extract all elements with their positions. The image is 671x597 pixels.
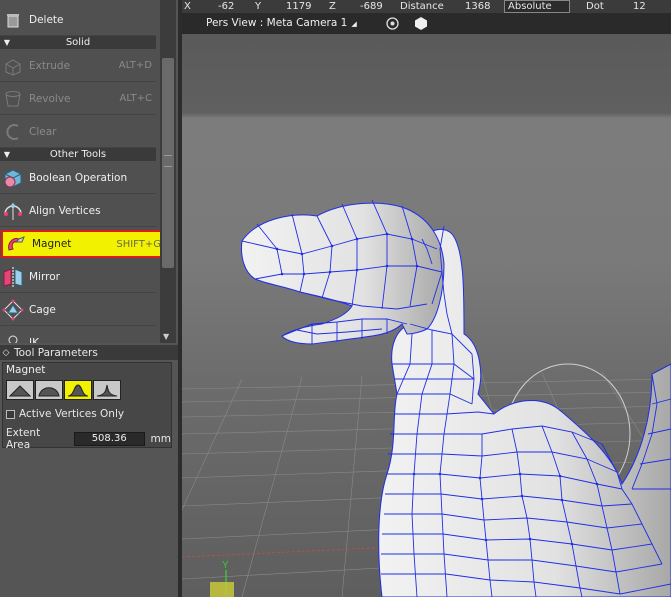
tool-revolve[interactable]: Revolve ALT+C [0,83,156,115]
collapse-diamond-icon: ◇ [2,347,10,358]
falloff-dome-button[interactable] [35,380,63,400]
ik-icon [1,331,25,343]
coordinate-mode-select[interactable]: Absolute [504,0,570,13]
tool-parameters-header[interactable]: ◇ Tool Parameters [0,345,178,360]
y-axis-label: Y [222,560,229,571]
dot-value: 12 [633,1,646,12]
falloff-mode-group [6,380,121,400]
extrude-icon [1,54,25,78]
boolean-icon [1,166,25,190]
tool-shortcut: SHIFT+G [116,238,160,250]
tool-shortcut: ALT+C [119,93,152,104]
coordinate-bar: X -62 Y 1179 Z -689 Distance 1368 Absolu… [182,0,671,13]
tool-align-vertices[interactable]: Align Vertices [0,195,156,227]
section-solid[interactable]: ▼ Solid [0,36,156,49]
tool-parameters-panel: Magnet Active Vertices Only Extent Area … [2,362,172,451]
z-value: -689 [360,1,383,12]
cage-icon [1,298,25,322]
tool-parameters-title: Tool Parameters [14,346,98,359]
hexagon-icon[interactable] [414,16,428,31]
clear-icon [1,120,25,144]
linear-falloff-icon [9,385,31,397]
x-value: -62 [218,1,235,12]
scroll-down-arrow-icon[interactable]: ▼ [163,332,169,341]
viewport-camera-menu[interactable]: Pers View : Meta Camera 1 ◢ [206,17,357,29]
extent-area-row: Extent Area 508.36 mm [6,427,171,451]
active-vertices-only-checkbox[interactable] [6,409,15,419]
left-panel: Delete ▼ Solid Extrude ALT+D Revolve ALT… [0,0,178,597]
viewport-header: Pers View : Meta Camera 1 ◢ [182,13,671,34]
tool-list-scrollbar[interactable]: ▼ [160,0,176,343]
tool-label: Align Vertices [29,204,101,217]
viewport-scene[interactable]: Y [182,34,671,597]
tool-clear[interactable]: Clear [0,116,156,148]
tool-label: Mirror [29,270,60,283]
dot-label: Dot [586,1,604,12]
tool-label: Cage [29,303,56,316]
3d-viewport[interactable]: Pers View : Meta Camera 1 ◢ Y [182,13,671,597]
tool-list: Delete ▼ Solid Extrude ALT+D Revolve ALT… [0,0,160,343]
extent-area-label: Extent Area [6,427,41,451]
align-vertices-icon [1,199,25,223]
mirror-icon [1,265,25,289]
tool-label: Delete [29,13,64,26]
tool-magnet[interactable]: Magnet SHIFT+G [1,230,160,258]
tool-label: Boolean Operation [29,171,128,184]
tool-label: Magnet [32,238,72,250]
falloff-bell-button[interactable] [64,380,92,400]
dropdown-corner-icon: ◢ [351,20,357,28]
tool-delete[interactable]: Delete [0,4,156,36]
collapse-triangle-icon: ▼ [3,150,11,159]
active-vertices-only-label: Active Vertices Only [19,408,125,420]
tool-label: Clear [29,125,57,138]
tool-shortcut: ALT+D [118,60,152,71]
tool-ik[interactable]: IK [0,327,156,343]
y-label: Y [255,1,262,12]
tool-label: Extrude [29,59,71,72]
bell-falloff-icon [67,384,89,397]
revolve-icon [1,87,25,111]
extent-area-input[interactable]: 508.36 [73,432,145,446]
parameters-group-title: Magnet [6,364,46,376]
active-vertices-only-option[interactable]: Active Vertices Only [6,408,124,420]
delete-icon [1,8,25,32]
section-title: Solid [65,37,91,48]
dome-falloff-icon [38,387,60,397]
tool-cage[interactable]: Cage [0,294,156,326]
section-title: Other Tools [49,149,107,160]
tool-extrude[interactable]: Extrude ALT+D [0,50,156,82]
magnet-icon [4,232,28,256]
scrollbar-grip-icon [164,155,172,167]
target-icon[interactable] [386,17,399,30]
section-other-tools[interactable]: ▼ Other Tools [0,148,156,161]
distance-label: Distance [400,1,444,12]
sharp-falloff-icon [96,384,118,397]
viewport-title: Pers View : Meta Camera 1 [206,17,348,29]
z-label: Z [329,1,336,12]
x-label: X [184,1,191,12]
distance-value: 1368 [465,1,491,12]
collapse-triangle-icon: ▼ [3,38,11,47]
y-value: 1179 [286,1,312,12]
tool-label: Revolve [29,92,71,105]
tool-label: IK [29,336,39,344]
falloff-sharp-button[interactable] [93,380,121,400]
falloff-linear-button[interactable] [6,380,34,400]
tool-mirror[interactable]: Mirror [0,261,156,293]
tool-boolean-operation[interactable]: Boolean Operation [0,162,156,194]
app-window: Delete ▼ Solid Extrude ALT+D Revolve ALT… [0,0,671,597]
extent-area-unit: mm [150,433,171,445]
